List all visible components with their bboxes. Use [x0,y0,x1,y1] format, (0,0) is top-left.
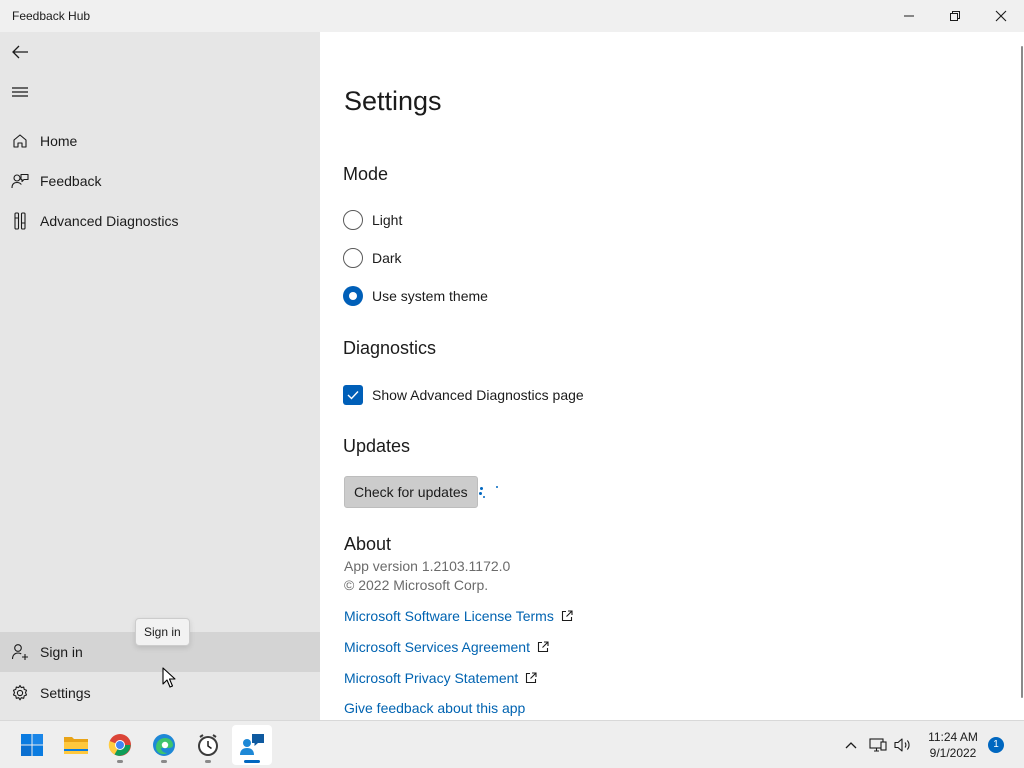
scrollbar-thumb[interactable] [1021,46,1023,698]
nav-item-home[interactable]: Home [0,121,320,161]
title-bar: Feedback Hub [0,0,1024,32]
taskbar-clock[interactable]: 11:24 AM 9/1/2022 [922,729,984,761]
external-link-icon [561,610,573,622]
nav-item-advanced-diagnostics-label: Advanced Diagnostics [40,213,179,229]
nav-item-feedback[interactable]: Feedback [0,161,320,201]
mode-heading: Mode [343,164,389,184]
give-feedback-link[interactable]: Give feedback about this app [344,700,525,716]
feedback-hub-icon [240,734,264,755]
nav-item-feedback-label: Feedback [40,173,102,189]
radio-light[interactable]: Light [343,209,402,231]
nav-item-settings[interactable]: Settings [0,673,320,713]
window-title: Feedback Hub [12,9,91,23]
nav-item-sign-in-label: Sign in [40,644,83,660]
services-agreement-label: Microsoft Services Agreement [344,639,530,655]
privacy-statement-label: Microsoft Privacy Statement [344,670,519,686]
vertical-scrollbar[interactable] [1020,46,1024,718]
radio-system-theme[interactable]: Use system theme [343,285,488,307]
chevron-up-icon [845,742,857,749]
radio-dark-label: Dark [372,250,402,266]
diagnostics-icon [0,201,40,241]
restore-icon [950,11,960,21]
license-terms-label: Microsoft Software License Terms [344,608,554,624]
page-title: Settings [344,86,442,116]
app-version: App version 1.2103.1172.0 [344,558,511,574]
give-feedback-label: Give feedback about this app [344,700,526,716]
close-icon [995,10,1007,22]
sign-in-tooltip: Sign in [135,618,190,646]
loading-spinner-icon [478,484,502,500]
radio-dot [349,292,357,300]
show-hidden-icons-button[interactable] [839,733,863,757]
services-agreement-link[interactable]: Microsoft Services Agreement [344,639,549,655]
chrome-icon [108,734,131,756]
network-icon [869,738,887,752]
volume-icon [894,738,910,752]
taskbar-alarms-clock[interactable] [188,725,228,765]
active-indicator [244,760,260,763]
nav-item-home-label: Home [40,133,78,149]
close-button[interactable] [978,0,1024,32]
back-arrow-icon [12,45,28,59]
notification-badge[interactable]: 1 [988,737,1004,753]
hamburger-menu-icon [12,87,28,97]
home-icon [0,121,40,161]
radio-light-label: Light [372,212,403,228]
network-button[interactable] [866,733,890,757]
person-add-icon [0,632,40,672]
clock-time: 11:24 AM [928,730,978,744]
radio-dark[interactable]: Dark [343,247,402,269]
external-link-icon [525,672,537,684]
running-indicator [205,760,211,763]
clock-icon [198,734,218,756]
running-indicator [161,760,167,763]
start-button[interactable] [12,725,52,765]
volume-button[interactable] [891,733,915,757]
folder-icon [64,737,88,754]
taskbar-edge[interactable] [144,725,184,765]
navigation-pane: Home Feedback Advanced Diagnostics Sign … [0,32,320,720]
nav-item-settings-label: Settings [40,685,91,701]
taskbar-feedback-hub[interactable] [232,725,272,765]
nav-item-advanced-diagnostics[interactable]: Advanced Diagnostics [0,201,320,241]
check-for-updates-button[interactable]: Check for updates [344,476,478,508]
show-advanced-diagnostics-checkbox[interactable]: Show Advanced Diagnostics page [343,384,584,406]
edge-icon [153,734,175,756]
taskbar-chrome[interactable] [100,725,140,765]
checkmark-icon [347,391,359,400]
diagnostics-heading: Diagnostics [343,338,437,358]
running-indicator [117,760,123,763]
minimize-icon [904,15,914,17]
settings-page: Settings Mode Light Dark Use system them… [320,32,1024,720]
radio-button[interactable] [343,210,363,230]
gear-icon [0,673,40,713]
radio-system-theme-label: Use system theme [372,288,488,304]
checkbox-checked[interactable] [343,385,363,405]
privacy-statement-link[interactable]: Microsoft Privacy Statement [344,670,537,686]
hamburger-menu-button[interactable] [0,72,40,112]
radio-button[interactable] [343,248,363,268]
taskbar: 11:24 AM 9/1/2022 1 [0,720,1024,768]
clock-date: 9/1/2022 [929,746,977,760]
show-advanced-diagnostics-label: Show Advanced Diagnostics page [372,387,584,403]
radio-button-selected[interactable] [343,286,363,306]
back-button[interactable] [0,32,40,72]
copyright: © 2022 Microsoft Corp. [344,577,489,593]
feedback-icon [0,161,40,201]
external-link-icon [537,641,549,653]
license-terms-link[interactable]: Microsoft Software License Terms [344,608,573,624]
updates-heading: Updates [343,436,411,456]
mouse-pointer-icon [162,667,176,688]
taskbar-file-explorer[interactable] [56,725,96,765]
windows-start-icon [21,734,43,756]
about-heading: About [344,534,392,554]
minimize-button[interactable] [886,0,932,32]
restore-button[interactable] [932,0,978,32]
